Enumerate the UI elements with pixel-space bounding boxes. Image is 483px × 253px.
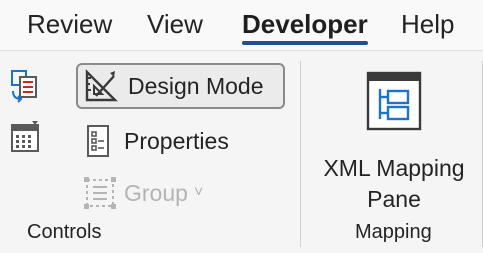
group-divider <box>300 61 301 247</box>
tab-view[interactable]: View <box>147 6 203 42</box>
mapping-group-label: Mapping <box>355 221 432 243</box>
properties-button[interactable]: Properties <box>84 121 229 161</box>
building-block-icon[interactable] <box>10 69 40 108</box>
design-mode-label: Design Mode <box>128 72 264 99</box>
tab-review[interactable]: Review <box>27 6 112 42</box>
controls-group-label: Controls <box>27 221 102 243</box>
tab-help[interactable]: Help <box>401 6 454 42</box>
ribbon-panel: Design Mode Properties Group ˅ Controls … <box>0 50 483 253</box>
active-tab-indicator <box>242 41 368 45</box>
chevron-down-icon: ˅ <box>193 184 204 201</box>
group-label: Group <box>124 179 188 206</box>
design-mode-button[interactable]: Design Mode <box>76 63 285 109</box>
design-mode-icon <box>84 69 118 103</box>
ribbon-tab-bar: Review View Developer Help <box>0 0 483 50</box>
properties-label: Properties <box>124 127 229 154</box>
date-picker-icon[interactable] <box>10 121 42 160</box>
xml-mapping-pane-label-line2: Pane <box>367 186 421 212</box>
group-button[interactable]: Group ˅ <box>84 173 203 213</box>
xml-mapping-pane-icon <box>366 71 422 136</box>
xml-mapping-pane-label-line1: XML Mapping <box>323 155 465 181</box>
tab-developer[interactable]: Developer <box>242 6 368 42</box>
properties-icon <box>84 124 112 158</box>
group-icon <box>84 177 116 209</box>
xml-mapping-pane-button[interactable]: XML Mapping Pane <box>310 65 478 212</box>
